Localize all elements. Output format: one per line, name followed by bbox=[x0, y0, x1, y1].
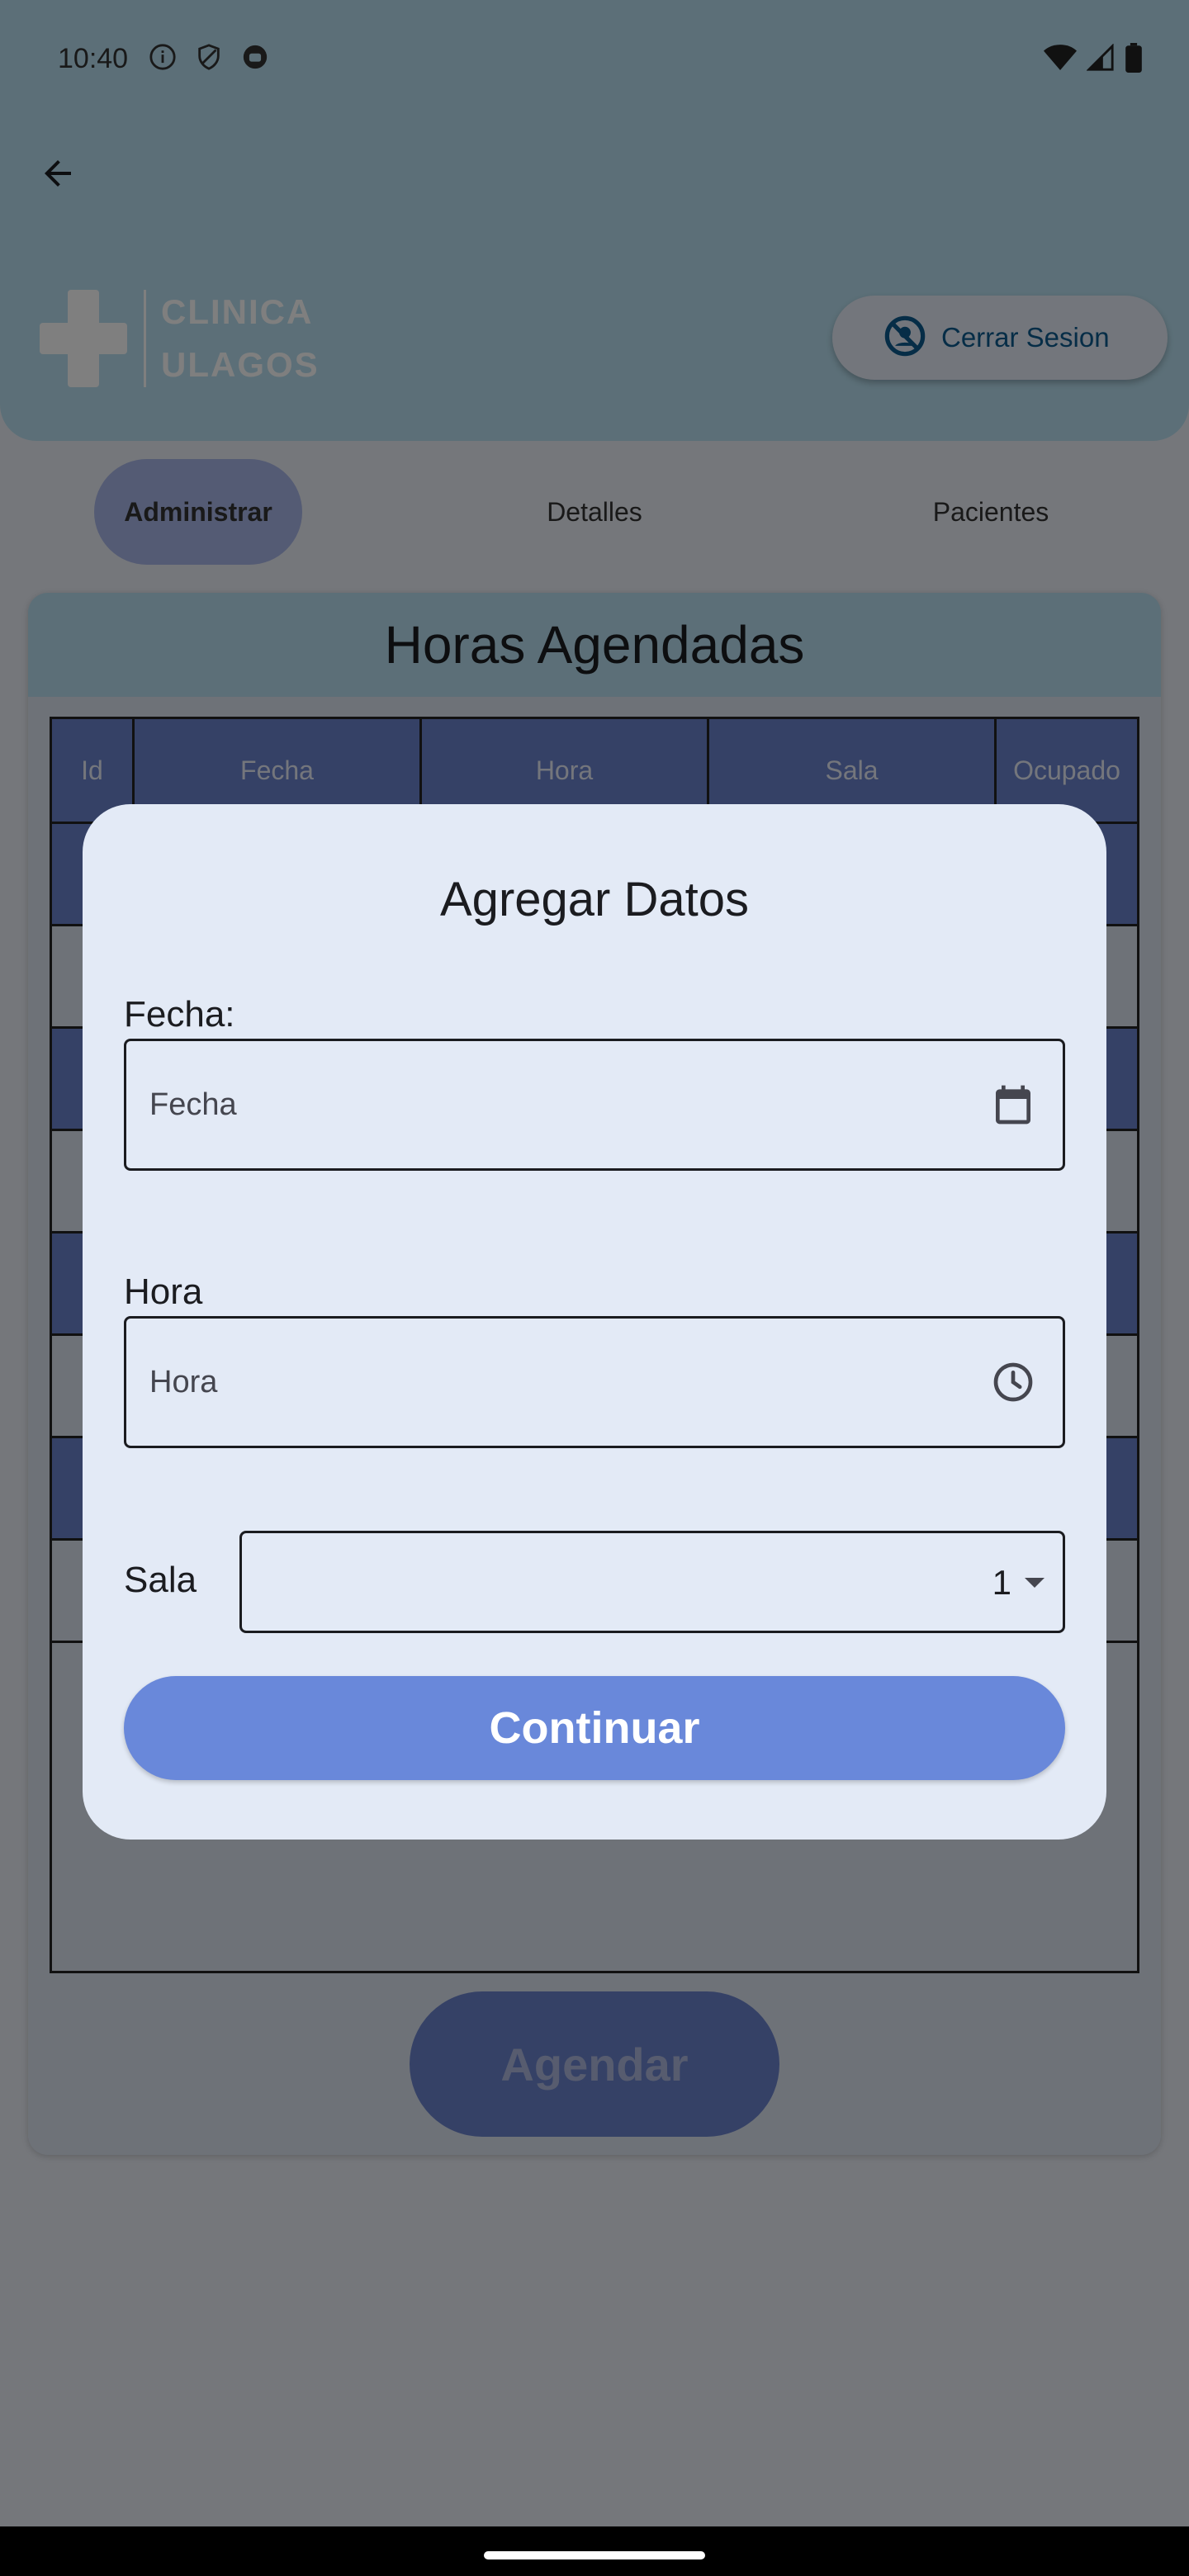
date-input[interactable] bbox=[149, 1041, 975, 1168]
date-label: Fecha: bbox=[124, 994, 235, 1035]
room-select[interactable]: 1 bbox=[239, 1531, 1065, 1633]
time-label: Hora bbox=[124, 1271, 203, 1312]
time-field[interactable] bbox=[124, 1316, 1065, 1448]
date-field[interactable] bbox=[124, 1039, 1065, 1171]
add-data-dialog: Agregar Datos Fecha: Hora Sala 1 Continu… bbox=[83, 804, 1106, 1840]
time-input[interactable] bbox=[149, 1319, 975, 1446]
clock-icon[interactable] bbox=[988, 1357, 1038, 1407]
room-selected-value: 1 bbox=[992, 1563, 1011, 1602]
room-label: Sala bbox=[124, 1560, 197, 1600]
calendar-icon[interactable] bbox=[988, 1080, 1038, 1129]
continue-button[interactable]: Continuar bbox=[124, 1676, 1065, 1780]
dialog-title: Agregar Datos bbox=[440, 873, 749, 926]
dropdown-arrow-icon bbox=[1025, 1578, 1045, 1588]
gesture-handle[interactable] bbox=[484, 2551, 705, 2559]
